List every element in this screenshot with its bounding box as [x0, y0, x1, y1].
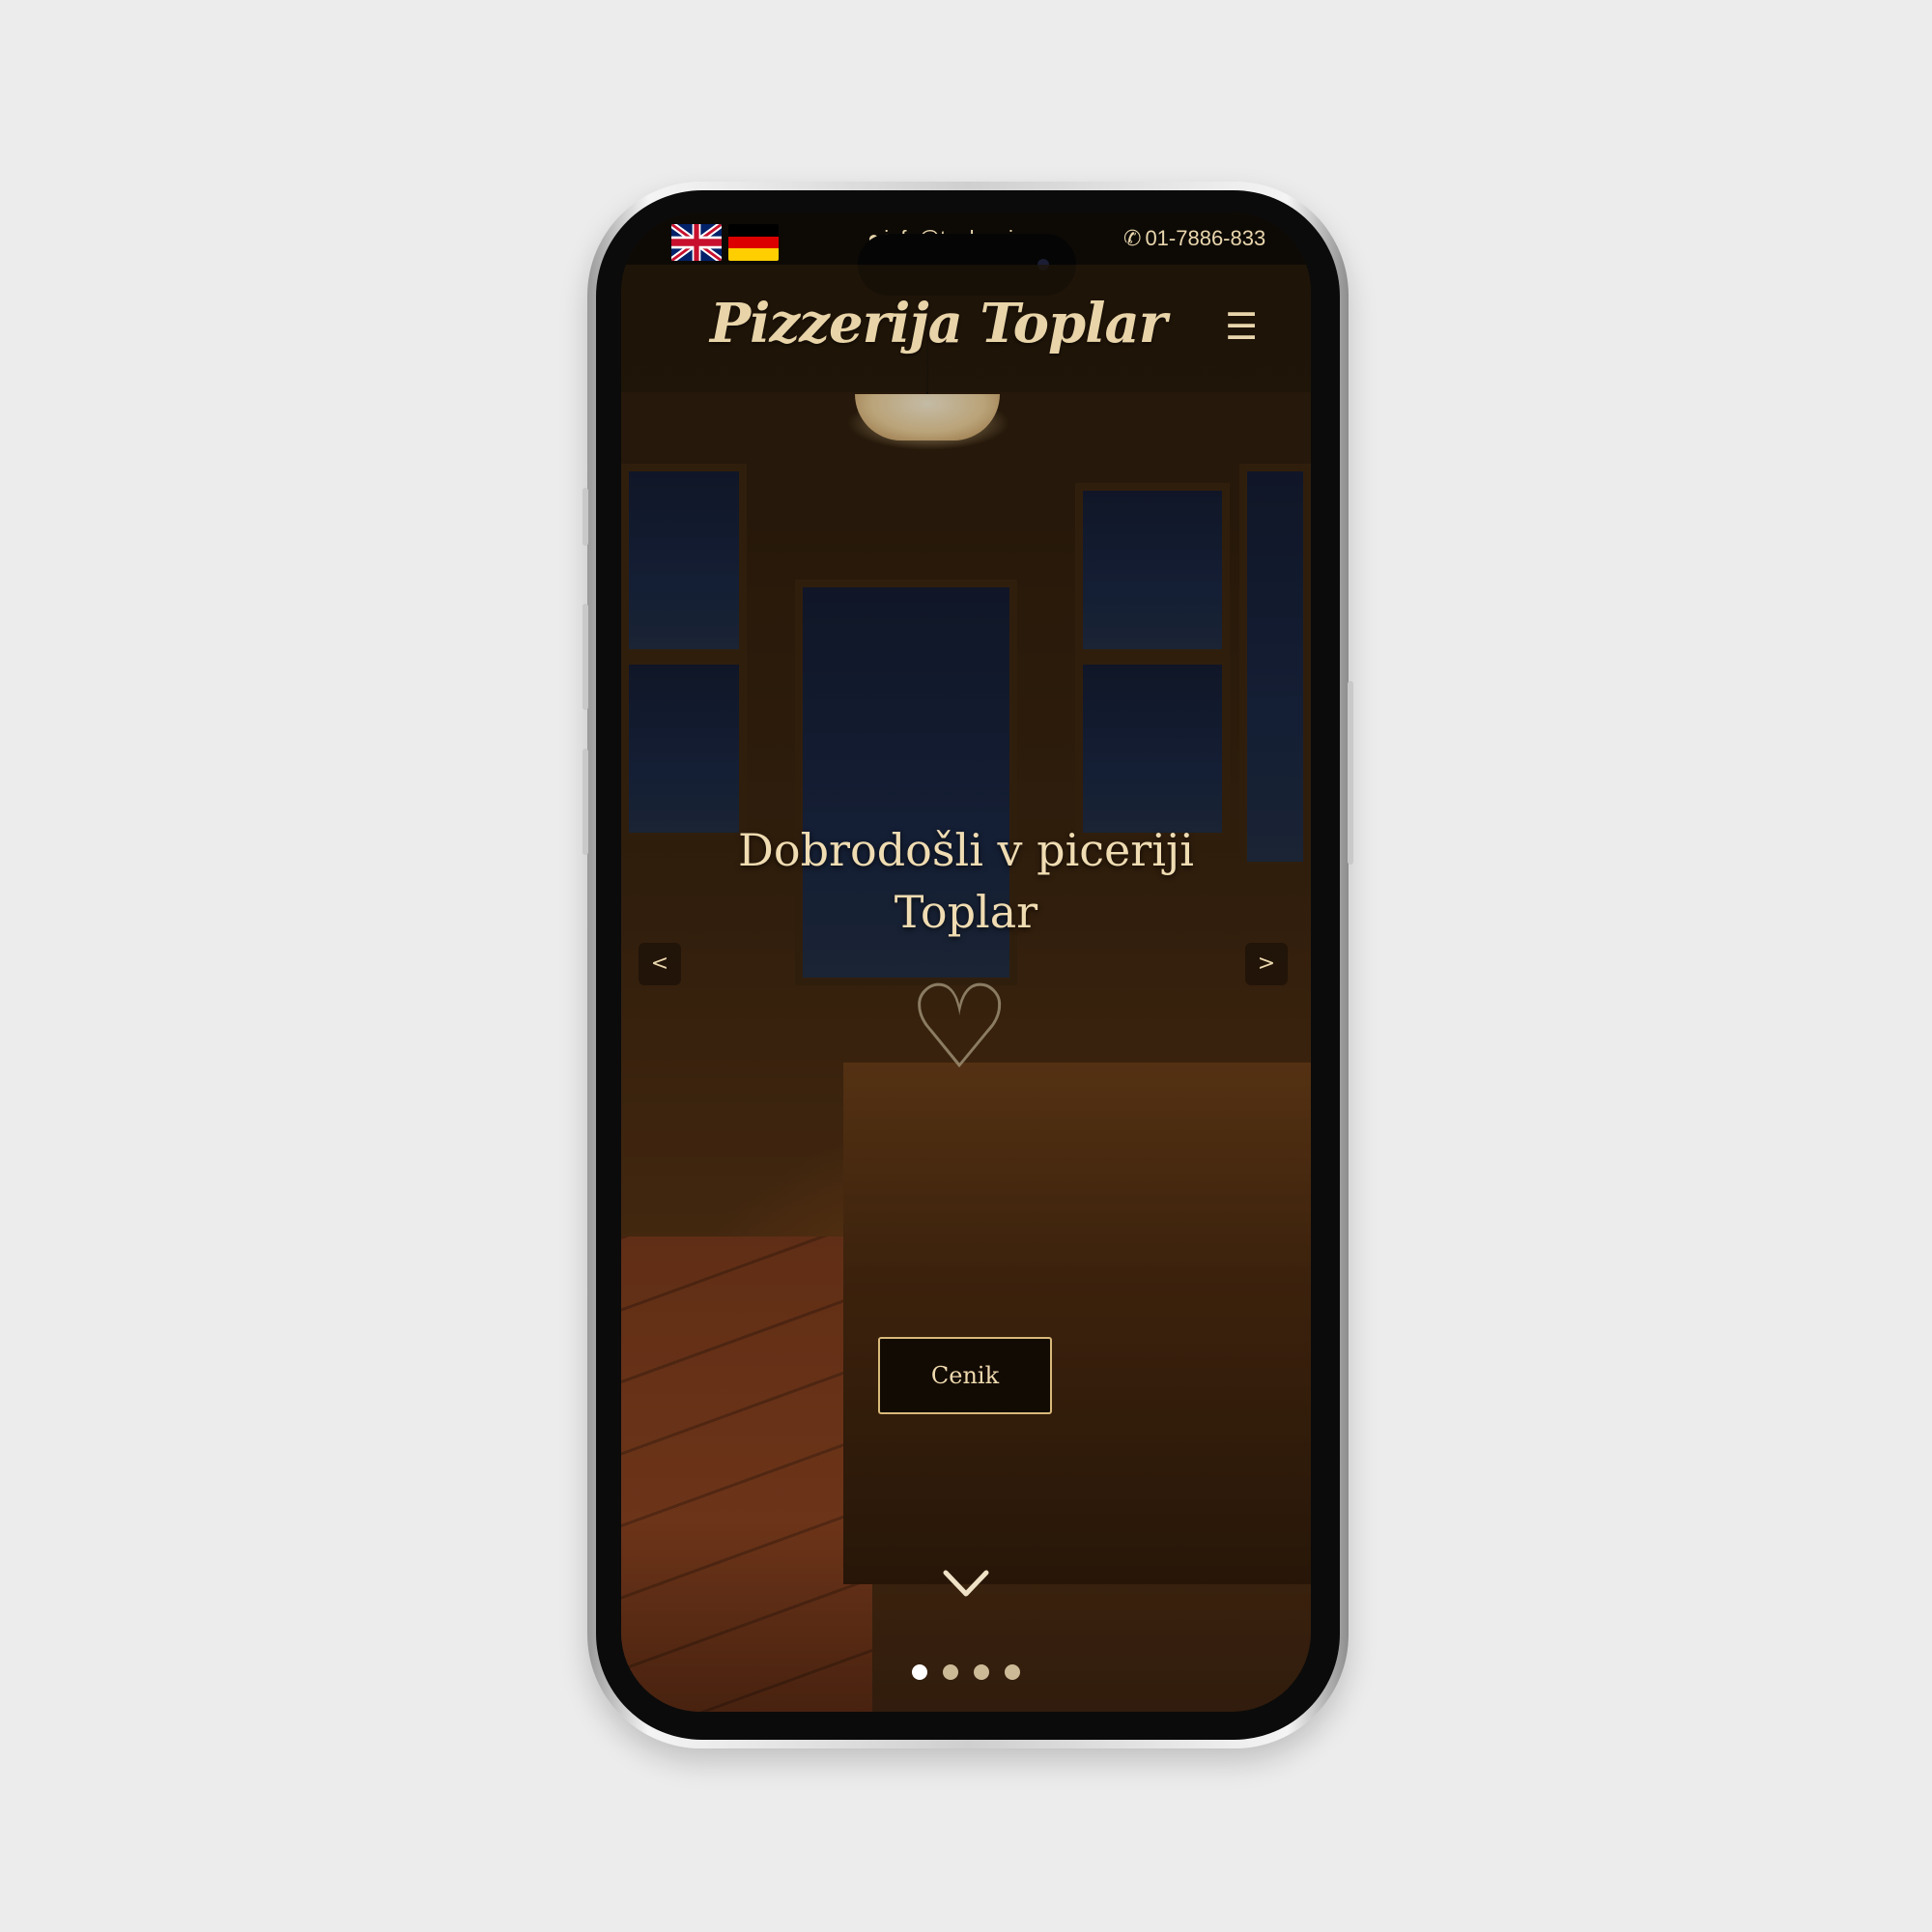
phone-icon: ✆ — [1123, 226, 1142, 250]
site-header: Pizzerija Toplar ☰ — [621, 265, 1311, 392]
phone-number: 01-7886-833 — [1145, 226, 1266, 250]
de-flag-icon[interactable] — [728, 224, 779, 261]
uk-flag-icon[interactable] — [671, 224, 722, 261]
slider-next-button[interactable]: > — [1245, 943, 1288, 985]
power-button — [1348, 681, 1353, 865]
price-list-button[interactable]: Cenik — [878, 1337, 1052, 1414]
phone-contact[interactable]: ✆ 01-7886-833 — [1123, 226, 1265, 251]
slider-pagination — [621, 1664, 1311, 1680]
top-info-bar: ●info@toplar.si ✆01-7886-833 — [621, 213, 1311, 296]
slider-dot-4[interactable] — [1005, 1664, 1020, 1680]
slider-prev-button[interactable]: < — [639, 943, 681, 985]
mockup-stage: ♡ ●info@toplar.si — [0, 0, 1932, 1932]
slider-dot-3[interactable] — [974, 1664, 989, 1680]
site-logo[interactable]: Pizzerija Toplar — [710, 292, 1167, 355]
volume-up-button — [582, 488, 588, 546]
hero-overlay — [621, 213, 1311, 1712]
hamburger-menu-icon[interactable]: ☰ — [1222, 307, 1261, 346]
slider-dot-2[interactable] — [943, 1664, 958, 1680]
slider-dot-1[interactable] — [912, 1664, 927, 1680]
phone-screen: ♡ ●info@toplar.si — [621, 213, 1311, 1712]
chevron-down-icon[interactable] — [942, 1565, 990, 1604]
hero-title: Dobrodošli v piceriji Toplar — [738, 824, 1194, 938]
volume-down-button — [582, 604, 588, 710]
volume-down-button-2 — [582, 749, 588, 855]
